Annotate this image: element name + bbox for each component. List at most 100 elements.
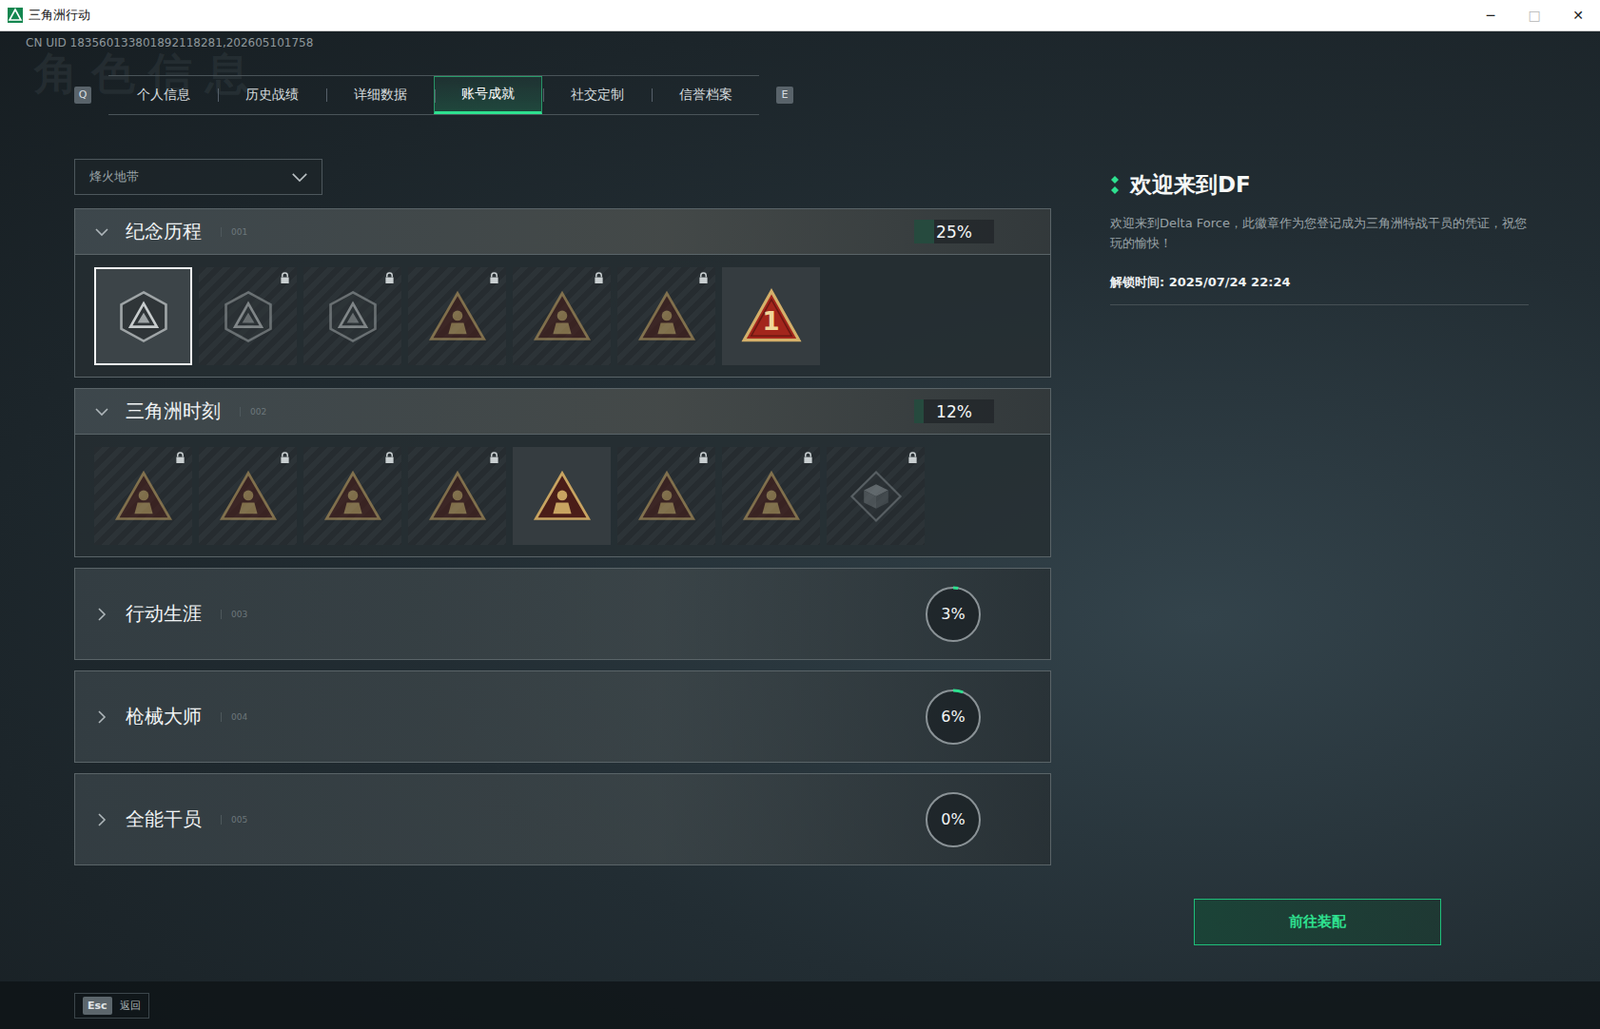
triangle-badge-icon [217, 466, 279, 527]
triangle-badge-icon [636, 466, 698, 527]
equip-button[interactable]: 前往装配 [1193, 898, 1442, 946]
achievement-section: 枪械大师0046% [74, 670, 1052, 763]
badge[interactable] [617, 447, 716, 546]
section-header[interactable]: 全能干员0050% [75, 774, 1051, 865]
section-title: 三角洲时刻 [125, 398, 221, 425]
title-bar: 三角洲行动 ─□✕ [0, 0, 1600, 32]
chevron-down-icon [291, 172, 309, 183]
lock-icon [698, 272, 709, 285]
progress-text: 12% [936, 402, 973, 422]
section-index: 003 [220, 609, 248, 620]
lock-icon [488, 272, 500, 285]
tab[interactable]: 信誉档案 [650, 76, 760, 115]
prev-tab-key[interactable]: Q [74, 86, 92, 104]
progress-ring: 6% [922, 686, 984, 748]
lock-icon [175, 451, 186, 465]
main-area: 角色信息CN UID 183560133801892118281,2026051… [0, 31, 1600, 982]
tab[interactable]: 社交定制 [542, 76, 651, 115]
section-title: 枪械大师 [125, 703, 202, 730]
badge[interactable] [826, 447, 925, 546]
tab[interactable]: 个人信息 [108, 76, 217, 115]
lock-icon [279, 451, 291, 465]
section-title: 全能干员 [125, 806, 202, 833]
window-control-button: □ [1512, 0, 1557, 30]
section-title: 纪念历程 [125, 218, 202, 245]
lock-icon [907, 451, 918, 465]
next-tab-key[interactable]: E [776, 86, 794, 104]
diamond-marker-icon [1110, 175, 1120, 196]
section-header[interactable]: 纪念历程 001 25% [75, 209, 1051, 255]
badge[interactable] [512, 447, 611, 546]
triangle-badge-icon [531, 466, 593, 527]
progress-text: 6% [940, 707, 965, 726]
triangle-badge-icon [741, 466, 802, 527]
triangle-badge-icon [636, 286, 698, 348]
badge[interactable] [617, 267, 716, 366]
badge[interactable] [94, 267, 193, 366]
section-index: 001 [220, 227, 248, 237]
chevron-right-icon [94, 812, 110, 828]
progress-fill [914, 219, 935, 244]
badge[interactable] [512, 267, 611, 366]
triangle-badge-icon [322, 466, 384, 527]
progress-text: 3% [940, 604, 965, 624]
badge[interactable] [408, 267, 507, 366]
detail-description: 欢迎来到Delta Force，此徽章作为您登记成为三角洲特战干员的凭证，祝您玩… [1110, 213, 1529, 254]
badge[interactable] [198, 267, 297, 366]
badge[interactable] [408, 447, 507, 546]
triangle-badge-icon [427, 466, 488, 527]
badge[interactable] [303, 267, 402, 366]
badge-rank-label: 1 [721, 307, 820, 336]
lock-icon [593, 272, 605, 285]
section-index: 005 [220, 815, 248, 825]
uid-label: CN UID 183560133801892118281,20260510175… [0, 35, 1600, 51]
esc-key: Esc [82, 996, 113, 1015]
badge[interactable] [721, 447, 820, 546]
mode-dropdown[interactable]: 烽火地带 [74, 158, 323, 196]
lock-icon [802, 451, 814, 465]
triangle-badge-icon [113, 466, 175, 527]
shield-badge-icon [113, 286, 175, 348]
badge[interactable]: 1 [721, 267, 820, 366]
progress-text: 25% [936, 222, 973, 242]
content: 烽火地带纪念历程00125%1三角洲时刻00212%行动生涯0033%枪械大师0… [0, 158, 1600, 982]
cube-badge-icon [845, 466, 907, 527]
lock-icon [384, 451, 395, 465]
window-controls: ─□✕ [1468, 0, 1600, 30]
tab-bar: Q 个人信息历史战绩详细数据账号成就社交定制信誉档案 E [0, 75, 1600, 116]
window-control-button[interactable]: ✕ [1556, 0, 1600, 30]
progress-fill [914, 399, 924, 424]
triangle-badge-icon [427, 286, 488, 348]
badge[interactable] [303, 447, 402, 546]
tab[interactable]: 历史战绩 [216, 76, 326, 115]
badge[interactable] [198, 447, 297, 546]
chevron-down-icon [94, 404, 110, 420]
back-label: 返回 [119, 998, 141, 1014]
achievement-section: 行动生涯0033% [74, 567, 1052, 661]
tab[interactable]: 账号成就 [433, 76, 543, 115]
shield-badge-icon [217, 286, 279, 348]
chevron-down-icon [94, 224, 110, 240]
section-header[interactable]: 行动生涯0033% [75, 568, 1051, 660]
window-control-button[interactable]: ─ [1468, 0, 1513, 30]
delta-logo-icon [7, 7, 23, 23]
badge-detail-panel: 欢迎来到DF欢迎来到Delta Force，此徽章作为您登记成为三角洲特战干员的… [1110, 158, 1529, 982]
section-header[interactable]: 三角洲时刻00212% [75, 389, 1051, 435]
window-title: 三角洲行动 [28, 6, 91, 24]
badge-grid: 1 [75, 254, 1051, 377]
chevron-right-icon [94, 709, 110, 725]
chevron-right-icon [94, 606, 110, 623]
progress-box: 12% [914, 399, 995, 424]
triangle-badge-icon [531, 286, 593, 348]
badge[interactable] [94, 447, 193, 546]
footer-bar: Esc 返回 [0, 981, 1600, 1029]
lock-icon [698, 451, 709, 465]
lock-icon [279, 272, 291, 285]
divider [1110, 304, 1529, 306]
section-header[interactable]: 枪械大师0046% [75, 671, 1051, 762]
achievement-list: 烽火地带纪念历程00125%1三角洲时刻00212%行动生涯0033%枪械大师0… [74, 158, 1052, 982]
tab[interactable]: 详细数据 [325, 76, 434, 115]
back-button[interactable]: Esc 返回 [74, 993, 150, 1019]
game-window: 三角洲行动 ─□✕角色信息CN UID 183560133801892118281… [0, 0, 1600, 1029]
dropdown-value: 烽火地带 [89, 168, 139, 186]
